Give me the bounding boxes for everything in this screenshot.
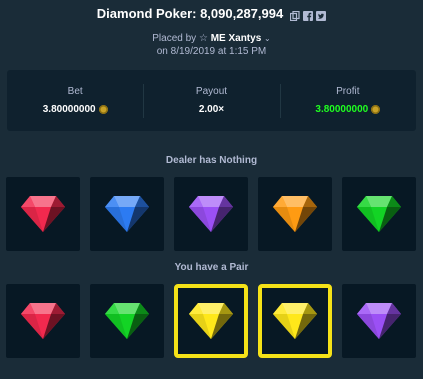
coin-icon bbox=[371, 105, 381, 114]
blue-gem-icon bbox=[105, 196, 149, 232]
player-card-4 bbox=[258, 284, 332, 358]
orange-gem-icon bbox=[273, 196, 317, 232]
player-hand-title: You have a Pair bbox=[174, 262, 249, 273]
yellow-gem-icon bbox=[189, 303, 233, 339]
bet-stat: Bet 3.80000000 bbox=[7, 70, 143, 131]
bet-title: Diamond Poker: 8,090,287,994 bbox=[96, 6, 284, 21]
dealer-hand-title: Dealer has Nothing bbox=[165, 155, 258, 166]
player-card-1 bbox=[6, 284, 80, 358]
chevron-down-icon[interactable]: ⌄ bbox=[264, 34, 271, 43]
placed-by-label: Placed by bbox=[152, 33, 197, 44]
copy-icon[interactable] bbox=[290, 9, 300, 21]
green-gem-icon bbox=[105, 303, 149, 339]
profit-label: Profit bbox=[336, 86, 360, 97]
red-gem-icon bbox=[21, 303, 65, 339]
facebook-icon[interactable] bbox=[303, 9, 314, 21]
placed-info: Placed by ☆ ME Xantys ⌄ on 8/19/2019 at … bbox=[0, 32, 423, 58]
player-card-5 bbox=[342, 284, 416, 358]
purple-gem-icon bbox=[189, 196, 233, 232]
placed-date: on 8/19/2019 at 1:15 PM bbox=[156, 46, 267, 57]
dealer-card-5 bbox=[342, 177, 416, 251]
bet-value: 3.80000000 bbox=[42, 104, 96, 115]
dealer-card-2 bbox=[90, 177, 164, 251]
star-icon: ☆ bbox=[198, 33, 208, 44]
dealer-card-4 bbox=[258, 177, 332, 251]
coin-icon bbox=[98, 105, 108, 114]
player-card-3 bbox=[174, 284, 248, 358]
purple-gem-icon bbox=[357, 303, 401, 339]
payout-stat: Payout 2.00× bbox=[143, 70, 279, 131]
red-gem-icon bbox=[21, 196, 65, 232]
twitter-icon[interactable] bbox=[316, 9, 327, 21]
dealer-card-3 bbox=[174, 177, 248, 251]
stats-panel: Bet 3.80000000 Payout 2.00× Profit 3.800… bbox=[7, 70, 416, 131]
payout-label: Payout bbox=[195, 86, 228, 97]
profit-stat: Profit 3.80000000 bbox=[279, 70, 416, 131]
profit-value: 3.80000000 bbox=[315, 104, 369, 115]
username[interactable]: ME Xantys bbox=[211, 33, 262, 44]
bet-header: Diamond Poker: 8,090,287,994 bbox=[0, 6, 423, 21]
yellow-gem-icon bbox=[273, 303, 317, 339]
player-card-2 bbox=[90, 284, 164, 358]
payout-value: 2.00× bbox=[198, 104, 225, 115]
green-gem-icon bbox=[357, 196, 401, 232]
bet-label: Bet bbox=[67, 86, 83, 97]
dealer-card-1 bbox=[6, 177, 80, 251]
